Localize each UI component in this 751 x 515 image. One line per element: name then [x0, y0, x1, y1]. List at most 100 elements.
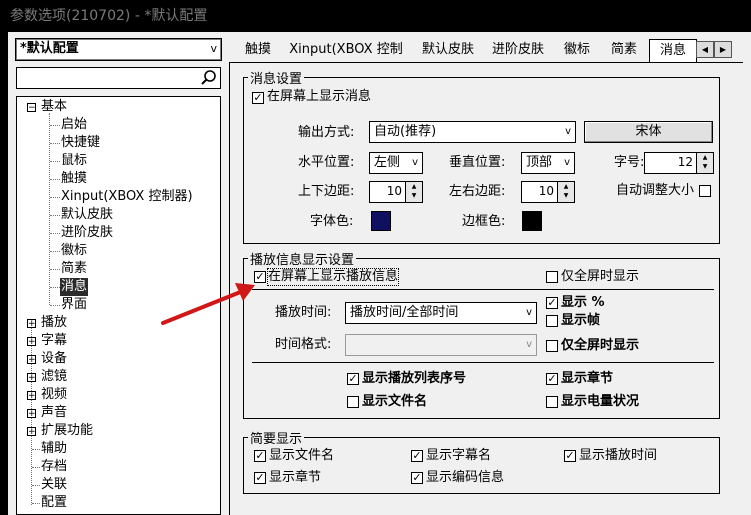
tab-default-skin[interactable]: 默认皮肤	[414, 39, 482, 61]
brief-codec-label: 显示编码信息	[426, 470, 505, 485]
tree-item-logo[interactable]: 徽标	[61, 242, 87, 260]
autosize-checkbox[interactable]	[699, 185, 711, 197]
tree-item-messages[interactable]: 消息	[60, 278, 89, 296]
tree-item-filters[interactable]: 滤镜	[41, 368, 67, 386]
spin-arrows-icon[interactable]: ▲ ▼	[696, 153, 713, 173]
hpos-label: 水平位置:	[298, 155, 355, 170]
tree-item-interface[interactable]: 界面	[61, 296, 87, 314]
play-time-label: 播放时间:	[275, 305, 332, 320]
tab-minimal[interactable]: 简素	[602, 39, 646, 61]
show-chapter-checkbox[interactable]: ✓	[546, 373, 558, 385]
tb-margin-stepper[interactable]: 10 ▲ ▼	[369, 181, 423, 203]
show-playlist-no-checkbox[interactable]: ✓	[347, 373, 359, 385]
brief-filename-checkbox[interactable]: ✓	[254, 450, 266, 462]
tree-item-video[interactable]: 视频	[41, 386, 67, 404]
search-icon[interactable]	[200, 69, 218, 87]
chevron-down-icon: v	[526, 307, 532, 318]
play-time-dropdown[interactable]: 播放时间/全部时间 v	[345, 302, 537, 324]
expand-icon[interactable]: +	[27, 355, 36, 365]
tab-logo[interactable]: 徽标	[556, 39, 598, 61]
expand-icon[interactable]: +	[27, 391, 36, 401]
tree-item-archive[interactable]: 存档	[41, 458, 67, 476]
search-input[interactable]	[16, 67, 221, 89]
tree-item-touch[interactable]: 触摸	[61, 170, 87, 188]
tab-touch[interactable]: 触摸	[236, 39, 280, 61]
fullscreen-only-label: 仅全屏时显示	[561, 269, 640, 284]
tree-item-default-skin[interactable]: 默认皮肤	[61, 206, 113, 224]
brief-playtime-label: 显示播放时间	[579, 448, 658, 463]
brief-subtitle-label: 显示字幕名	[426, 448, 492, 463]
tb-margin-label: 上下边距:	[298, 184, 355, 199]
chevron-down-icon: v	[526, 339, 532, 350]
tree-item-extensions[interactable]: 扩展功能	[41, 422, 93, 440]
expand-icon[interactable]: +	[27, 409, 36, 419]
annotation-arrow-icon	[161, 283, 255, 325]
fullscreen-only-checkbox[interactable]	[546, 271, 558, 283]
output-method-dropdown[interactable]: 自动(推荐) v	[369, 121, 576, 143]
tree-item-xinput[interactable]: Xinput(XBOX 控制器)	[61, 188, 193, 206]
chevron-down-icon: v	[210, 42, 217, 55]
chevron-left-icon[interactable]: ◀	[696, 41, 714, 58]
brief-codec-checkbox[interactable]: ✓	[411, 472, 423, 484]
time-format-dropdown[interactable]: v	[345, 334, 537, 356]
expand-icon[interactable]: +	[27, 319, 36, 329]
font-size-label: 字号:	[614, 155, 645, 170]
chevron-right-icon[interactable]: ▶	[714, 41, 732, 58]
lr-margin-stepper[interactable]: 10 ▲ ▼	[521, 181, 575, 203]
fullscreen-only2-checkbox[interactable]	[546, 340, 558, 352]
tab-advanced-skin[interactable]: 进阶皮肤	[484, 39, 552, 61]
font-color-swatch[interactable]	[371, 211, 391, 231]
chevron-down-icon: v	[412, 157, 418, 168]
brief-chapter-checkbox[interactable]: ✓	[254, 472, 266, 484]
brief-chapter-label: 显示章节	[269, 470, 322, 485]
spin-arrows-icon[interactable]: ▲ ▼	[557, 182, 574, 202]
show-battery-checkbox[interactable]	[546, 396, 558, 408]
divider	[252, 362, 714, 363]
show-percent-checkbox[interactable]: ✓	[546, 297, 558, 309]
brief-filename-label: 显示文件名	[269, 448, 335, 463]
messages-panel: 消息设置 ✓ 在屏幕上显示消息 输出方式: 自动(推荐) v 宋体 水平位置: …	[229, 62, 743, 515]
show-battery-label: 显示电量状况	[561, 394, 640, 409]
tree-item-assist[interactable]: 辅助	[41, 440, 67, 458]
hpos-dropdown[interactable]: 左侧 v	[369, 152, 423, 174]
vpos-label: 垂直位置:	[449, 155, 506, 170]
vpos-dropdown[interactable]: 顶部 v	[521, 152, 575, 174]
font-button[interactable]: 宋体	[584, 121, 713, 143]
message-settings-legend: 消息设置	[250, 72, 303, 87]
border-color-swatch[interactable]	[522, 211, 542, 231]
show-playinfo-label: 在屏幕上显示播放信息	[266, 268, 400, 286]
expand-icon[interactable]: +	[27, 337, 36, 347]
tree-item-subtitles[interactable]: 字幕	[41, 332, 67, 350]
tree-item-minimal[interactable]: 简素	[61, 260, 87, 278]
tree-item-hotkeys[interactable]: 快捷键	[61, 134, 100, 152]
tab-scroll-buttons: ◀ ▶	[696, 41, 732, 58]
tree-item-mouse[interactable]: 鼠标	[61, 152, 87, 170]
show-messages-checkbox[interactable]: ✓	[252, 92, 264, 104]
tree-item-basic[interactable]: 基本	[41, 98, 67, 116]
tree-item-start[interactable]: 启始	[61, 116, 87, 134]
play-info-legend: 播放信息显示设置	[250, 253, 355, 268]
tree-item-advanced-skin[interactable]: 进阶皮肤	[61, 224, 113, 242]
show-frame-checkbox[interactable]	[546, 315, 558, 327]
hpos-value: 左侧	[374, 155, 401, 170]
tree-item-playback[interactable]: 播放	[41, 314, 67, 332]
tree-item-devices[interactable]: 设备	[41, 350, 67, 368]
spin-arrows-icon[interactable]: ▲ ▼	[405, 182, 422, 202]
show-filename-checkbox[interactable]	[347, 396, 359, 408]
profile-dropdown[interactable]: *默认配置 v	[15, 38, 222, 61]
brief-playtime-checkbox[interactable]: ✓	[564, 450, 576, 462]
tab-messages[interactable]: 消息	[649, 39, 697, 64]
expand-icon[interactable]: +	[27, 427, 36, 437]
tree-item-association[interactable]: 关联	[41, 476, 67, 494]
tree-item-audio[interactable]: 声音	[41, 404, 67, 422]
show-playlist-no-label: 显示播放列表序号	[362, 371, 467, 386]
play-time-value: 播放时间/全部时间	[350, 305, 459, 320]
font-size-stepper[interactable]: 12 ▲ ▼	[644, 152, 714, 174]
tree-item-config[interactable]: 配置	[41, 494, 67, 512]
expand-icon[interactable]: +	[27, 373, 36, 383]
font-size-value: 12	[677, 155, 693, 169]
tab-xinput[interactable]: Xinput(XBOX 控制器)	[284, 39, 408, 79]
brief-subtitle-checkbox[interactable]: ✓	[411, 450, 423, 462]
collapse-icon[interactable]: −	[27, 103, 36, 113]
tb-margin-value: 10	[386, 184, 402, 198]
